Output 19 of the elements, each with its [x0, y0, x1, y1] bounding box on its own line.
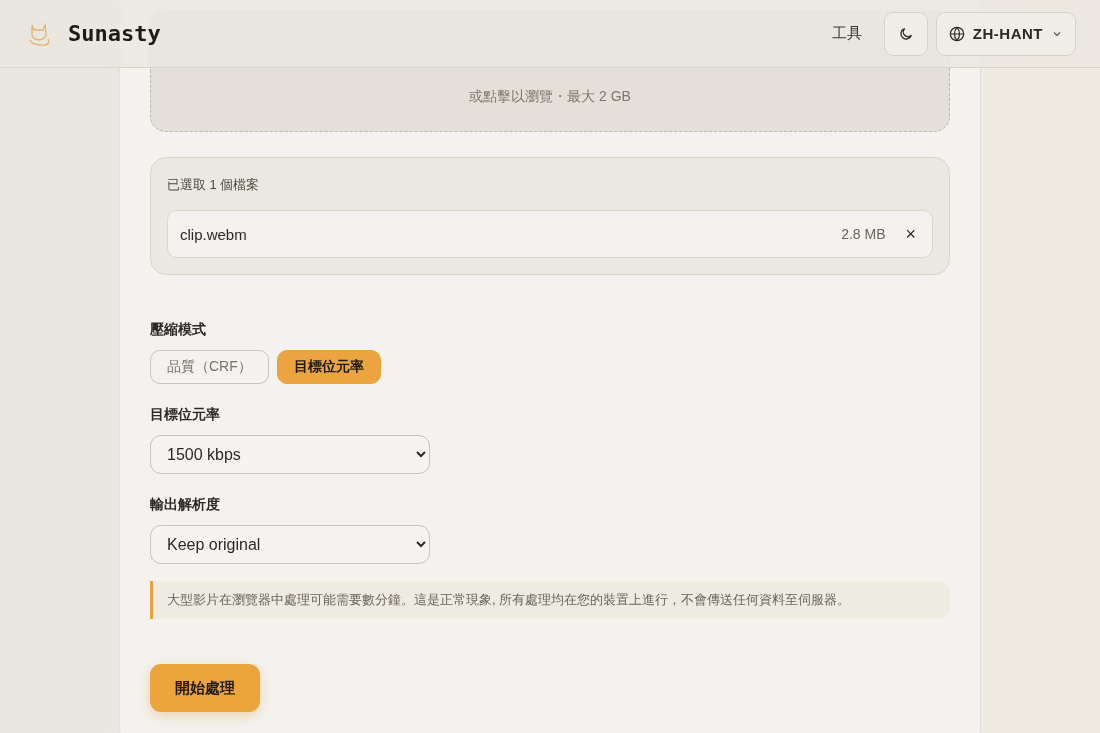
select-field[interactable]: Keep original [150, 525, 430, 564]
mode-option[interactable]: 品質（CRF） [150, 350, 269, 384]
field-label: 輸出解析度 [150, 496, 221, 514]
field-label: 壓縮模式 [150, 321, 207, 339]
mode-option[interactable]: 目標位元率 [276, 350, 381, 384]
remove-button[interactable]: × [901, 223, 920, 245]
theme-toggle-button[interactable] [883, 11, 928, 56]
selected-files-title: 已選取 1 個檔案 [167, 176, 261, 194]
moon-icon [897, 25, 914, 42]
select-field[interactable]: 1500 kbps [150, 435, 430, 474]
drop-hint: 或點擊以瀏覽・最大 2 GB [469, 88, 631, 106]
language-button[interactable]: ZH-HANT [935, 11, 1076, 56]
file-name: clip.webm [180, 225, 248, 243]
tools-link[interactable]: 工具 [831, 24, 862, 43]
start-button[interactable]: 開始處理 [150, 664, 260, 712]
field-label: 目標位元率 [150, 406, 221, 424]
info-notice: 大型影片在瀏覽器中處理可能需要數分鐘。這是正常現象, 所有處理均在您的裝置上進行，不會傳送任何資料至伺服器。 [150, 581, 950, 619]
globe-icon [948, 25, 965, 42]
file-size: 2.8 MB [841, 226, 886, 242]
